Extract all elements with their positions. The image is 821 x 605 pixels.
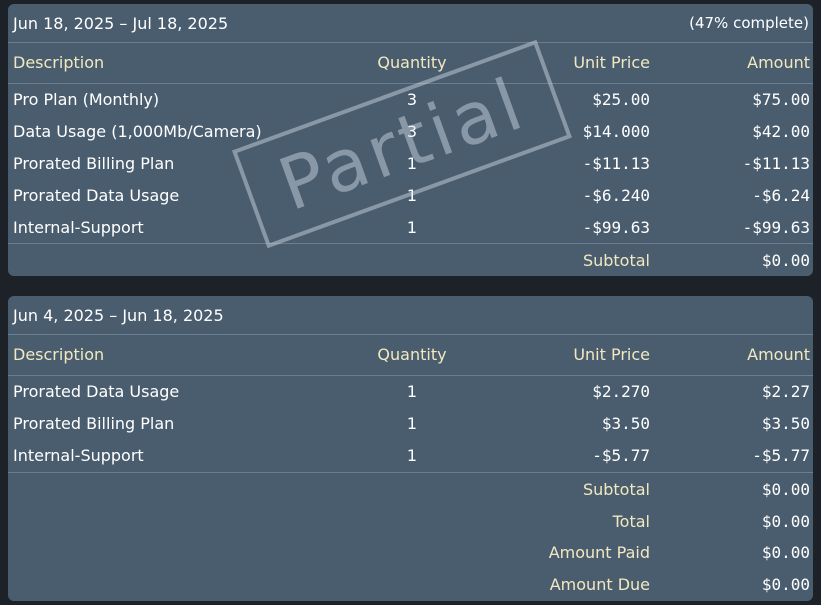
invoice-period-card: Jun 4, 2025 – Jun 18, 2025 Description Q… <box>8 296 813 601</box>
column-header-quantity: Quantity <box>377 345 447 364</box>
summary-label: Total <box>612 512 650 531</box>
row-unit-price: -$11.13 <box>582 154 650 173</box>
row-unit-price: $2.270 <box>592 382 650 401</box>
invoice-period-card: Jun 18, 2025 – Jul 18, 2025 (47% complet… <box>8 4 813 276</box>
row-description: Pro Plan (Monthly) <box>13 90 160 109</box>
row-quantity: 1 <box>406 218 418 237</box>
summary-label: Amount Paid <box>548 543 650 562</box>
summary-row-subtotal: Subtotal $0.00 <box>8 474 813 506</box>
row-amount: $75.00 <box>752 90 810 109</box>
row-amount: -$5.77 <box>752 446 810 465</box>
subtotal-row: Subtotal $0.00 <box>8 245 813 277</box>
row-quantity: 1 <box>406 446 418 465</box>
row-unit-price: -$99.63 <box>582 218 650 237</box>
period-range: Jun 4, 2025 – Jun 18, 2025 <box>13 306 224 325</box>
row-unit-price: $3.50 <box>601 414 650 433</box>
column-header-quantity: Quantity <box>377 53 447 72</box>
summary-row-total: Total $0.00 <box>8 506 813 538</box>
row-amount: -$6.24 <box>752 186 810 205</box>
column-header-unit-price: Unit Price <box>573 345 650 364</box>
row-amount: $2.27 <box>761 382 810 401</box>
subtotal-divider <box>8 243 813 244</box>
row-description: Data Usage (1,000Mb/Camera) <box>13 122 262 141</box>
row-quantity: 1 <box>406 382 418 401</box>
subtotal-value: $0.00 <box>761 251 810 270</box>
row-description: Prorated Billing Plan <box>13 414 175 433</box>
table-row: Internal-Support 1 -$99.63 -$99.63 <box>8 212 813 244</box>
row-description: Internal-Support <box>13 446 144 465</box>
row-description: Prorated Billing Plan <box>13 154 175 173</box>
row-description: Prorated Data Usage <box>13 186 180 205</box>
summary-row-amount-paid: Amount Paid $0.00 <box>8 537 813 569</box>
row-quantity: 1 <box>406 414 418 433</box>
row-amount: $42.00 <box>752 122 810 141</box>
row-amount: $3.50 <box>761 414 810 433</box>
row-description: Internal-Support <box>13 218 144 237</box>
period-header: Jun 4, 2025 – Jun 18, 2025 <box>8 296 813 335</box>
column-header-description: Description <box>13 53 105 72</box>
row-unit-price: $14.000 <box>582 122 650 141</box>
summary-value: $0.00 <box>761 575 810 594</box>
summary-label: Subtotal <box>582 480 650 499</box>
table-row: Prorated Data Usage 1 $2.270 $2.27 <box>8 376 813 408</box>
summary-label: Amount Due <box>549 575 650 594</box>
row-description: Prorated Data Usage <box>13 382 180 401</box>
table-header: Description Quantity Unit Price Amount <box>8 335 813 376</box>
column-header-description: Description <box>13 345 105 364</box>
column-header-amount: Amount <box>747 53 810 72</box>
period-range: Jun 18, 2025 – Jul 18, 2025 <box>13 14 229 33</box>
summary-value: $0.00 <box>761 512 810 531</box>
column-header-amount: Amount <box>747 345 810 364</box>
period-header: Jun 18, 2025 – Jul 18, 2025 (47% complet… <box>8 4 813 43</box>
summary-value: $0.00 <box>761 480 810 499</box>
summary-value: $0.00 <box>761 543 810 562</box>
table-row: Internal-Support 1 -$5.77 -$5.77 <box>8 440 813 472</box>
table-row: Prorated Billing Plan 1 $3.50 $3.50 <box>8 408 813 440</box>
column-header-unit-price: Unit Price <box>573 53 650 72</box>
period-progress: (47% complete) <box>689 14 809 32</box>
row-unit-price: -$5.77 <box>592 446 650 465</box>
row-amount: -$11.13 <box>742 154 810 173</box>
summary-row-amount-due: Amount Due $0.00 <box>8 569 813 601</box>
row-unit-price: $25.00 <box>592 90 650 109</box>
row-amount: -$99.63 <box>742 218 810 237</box>
table-header: Description Quantity Unit Price Amount <box>8 43 813 84</box>
summary-divider <box>8 472 813 473</box>
row-unit-price: -$6.240 <box>582 186 650 205</box>
subtotal-label: Subtotal <box>582 251 650 270</box>
